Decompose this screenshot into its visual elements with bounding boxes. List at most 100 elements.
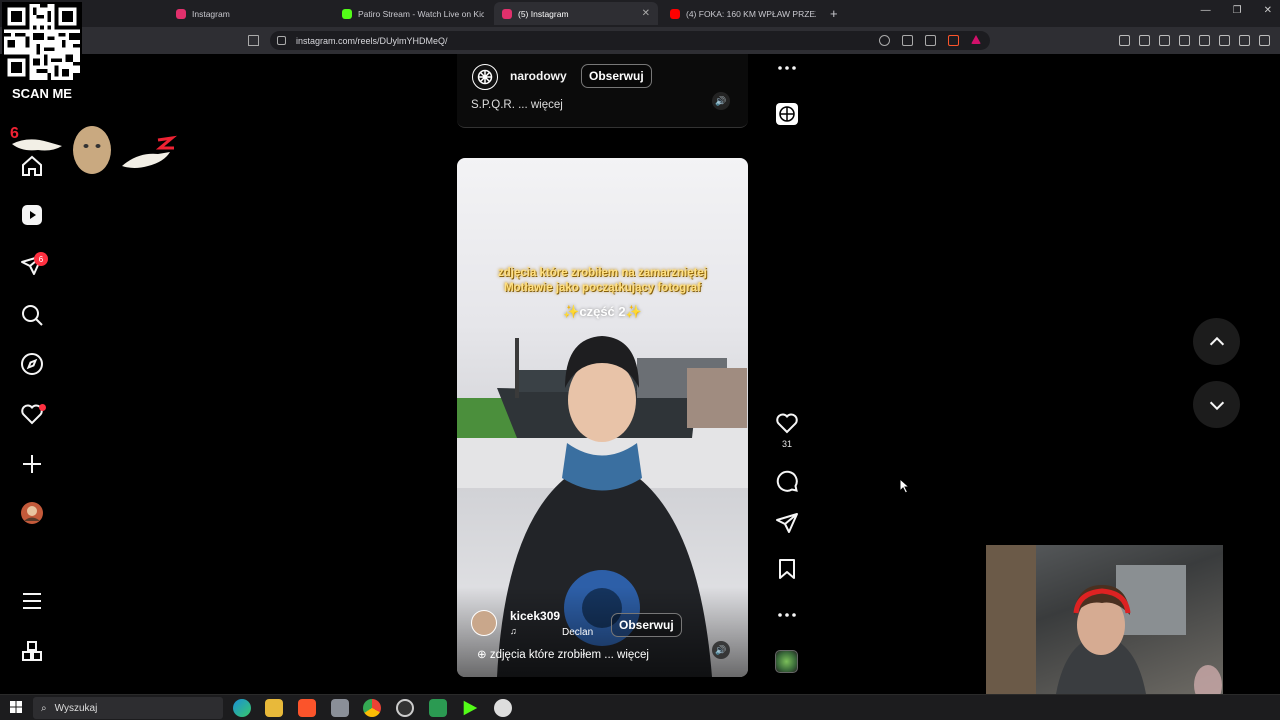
previous-reel-caption[interactable]: S.P.Q.R. ... więcej: [471, 99, 563, 111]
previous-reel-username[interactable]: narodowy: [510, 69, 567, 83]
instagram-favicon-icon: [502, 8, 512, 19]
audio-thumbnail[interactable]: [775, 650, 798, 673]
home-icon[interactable]: [20, 154, 44, 178]
tab-title: Instagram: [192, 8, 230, 19]
wallet-icon[interactable]: [1199, 35, 1210, 46]
sidebar-toggle-icon[interactable]: [1179, 35, 1190, 46]
menu-icon[interactable]: [20, 589, 44, 613]
tab-search-icon[interactable]: [1139, 35, 1150, 46]
reel-caption-text: zdjęcia które zrobiłem ... więcej: [489, 649, 649, 661]
follow-button[interactable]: Obserwuj: [581, 64, 652, 88]
reel-caption[interactable]: ⊕ zdjęcia które zrobiłem ... więcej: [477, 647, 649, 661]
search-icon: ⌕: [41, 702, 47, 714]
reels-icon[interactable]: [20, 203, 44, 227]
brave-rewards-icon[interactable]: [971, 35, 981, 44]
reel-bottom-gradient: [457, 587, 748, 677]
screen: Instagram Patiro Stream - Watch Live on …: [0, 0, 1280, 720]
site-info-icon[interactable]: [277, 36, 286, 45]
spreadsheet-icon[interactable]: [429, 699, 447, 717]
tab-youtube[interactable]: (4) FOKA: 160 KM WPŁAW PRZEZ BAŁTYK: [662, 2, 816, 25]
speaker-icon[interactable]: 🔊: [712, 641, 730, 659]
comment-icon[interactable]: [775, 469, 799, 493]
share-icon[interactable]: [775, 511, 799, 535]
instagram-favicon-icon: [176, 8, 186, 19]
reel-video[interactable]: zdjęcia które zrobiłem na zamarzniętej M…: [457, 158, 748, 677]
taskbar-search-placeholder: Wyszukaj: [54, 702, 98, 714]
vpn-icon[interactable]: [1239, 35, 1250, 46]
previous-reel-button[interactable]: [1193, 318, 1240, 365]
speaker-icon[interactable]: 🔊: [712, 92, 730, 110]
streamer-webcam: [986, 545, 1223, 694]
tab-title: Patiro Stream - Watch Live on Kick: [358, 8, 484, 19]
kick-favicon-icon: [342, 8, 352, 19]
cast-icon[interactable]: [902, 35, 913, 46]
instagram-sidebar: [0, 54, 64, 694]
messages-badge: 6: [34, 252, 48, 266]
brave-shield-icon[interactable]: [948, 35, 959, 46]
reel-overlay-text-1: zdjęcia które zrobiłem na zamarzniętej: [498, 267, 707, 279]
reel-username[interactable]: kicek309: [510, 609, 560, 623]
zoom-icon[interactable]: [879, 35, 890, 46]
explore-icon[interactable]: [20, 352, 44, 376]
tab-kick-stream[interactable]: Patiro Stream - Watch Live on Kick: [334, 2, 484, 25]
chevron-down-icon: [1209, 401, 1224, 410]
pointing-hand-icon: [122, 152, 170, 168]
extensions-icon[interactable]: [1119, 35, 1130, 46]
profile-avatar[interactable]: [20, 501, 44, 525]
app-icon[interactable]: [331, 699, 349, 717]
kicek309-avatar[interactable]: [471, 610, 497, 636]
edge-icon[interactable]: [233, 699, 251, 717]
previous-audio-icon[interactable]: [775, 102, 799, 126]
new-tab-button[interactable]: +: [822, 2, 846, 25]
minimize-icon[interactable]: —: [1201, 5, 1211, 16]
tab-title: (5) Instagram: [518, 8, 569, 19]
kick-icon[interactable]: [463, 700, 478, 716]
follow-button[interactable]: Obserwuj: [611, 613, 682, 637]
leo-ai-icon[interactable]: [1219, 35, 1230, 46]
globe-icon: ⊕: [477, 649, 490, 661]
media-icon[interactable]: [1159, 35, 1170, 46]
chevron-up-icon: [1209, 336, 1224, 345]
restore-icon[interactable]: ❐: [1233, 5, 1242, 16]
bookmark-icon[interactable]: [248, 35, 259, 46]
music-note-icon: ♫: [510, 626, 517, 636]
tab-instagram[interactable]: Instagram: [168, 2, 330, 25]
narodowy-avatar[interactable]: [472, 64, 498, 90]
like-count: 31: [781, 439, 792, 449]
browser-menu-icon[interactable]: [1259, 35, 1270, 46]
reel-overlay-part: ✨część 2✨: [563, 304, 642, 319]
address-toolbar: instagram.com/reels/DUylmYHDMeQ/: [0, 27, 1280, 54]
search-icon[interactable]: [20, 303, 44, 327]
like-icon[interactable]: [775, 411, 799, 435]
url-text: instagram.com/reels/DUylmYHDMeQ/: [296, 35, 448, 46]
windows-taskbar: ⌕ Wyszukaj: [0, 694, 1280, 720]
obs-icon[interactable]: [396, 699, 414, 717]
tab-instagram-active[interactable]: (5) Instagram ✕: [494, 2, 658, 25]
app-icon[interactable]: [494, 699, 512, 717]
browser-tab-bar: Instagram Patiro Stream - Watch Live on …: [0, 0, 1280, 27]
cat-emote-icon: [73, 126, 111, 174]
tab-title: (4) FOKA: 160 KM WPŁAW PRZEZ BAŁTYK: [686, 8, 816, 19]
more-apps-icon[interactable]: [20, 639, 44, 663]
youtube-favicon-icon: [670, 8, 680, 19]
windows-start-icon[interactable]: [10, 701, 22, 713]
taskbar-search[interactable]: ⌕ Wyszukaj: [33, 697, 223, 719]
share-icon[interactable]: [925, 35, 936, 46]
mouse-cursor-icon: [899, 478, 911, 494]
close-window-icon[interactable]: ✕: [1264, 5, 1272, 16]
more-options-icon[interactable]: [775, 603, 799, 627]
chrome-icon[interactable]: [363, 699, 381, 717]
file-explorer-icon[interactable]: [265, 699, 283, 717]
brave-icon[interactable]: [298, 699, 316, 717]
close-tab-icon[interactable]: ✕: [642, 8, 650, 19]
window-controls: — ❐ ✕: [1201, 5, 1272, 16]
create-icon[interactable]: [20, 452, 44, 476]
previous-reel-card: narodowy Obserwuj S.P.Q.R. ... więcej 🔊: [457, 54, 748, 128]
next-reel-button[interactable]: [1193, 381, 1240, 428]
emote-number-icon: [155, 135, 178, 150]
extensions-toolbar: [1119, 35, 1270, 46]
save-icon[interactable]: [775, 557, 799, 581]
notifications-dot: [39, 404, 46, 411]
reel-audio-artist[interactable]: Declan: [562, 627, 593, 638]
more-options-icon[interactable]: [775, 56, 799, 80]
